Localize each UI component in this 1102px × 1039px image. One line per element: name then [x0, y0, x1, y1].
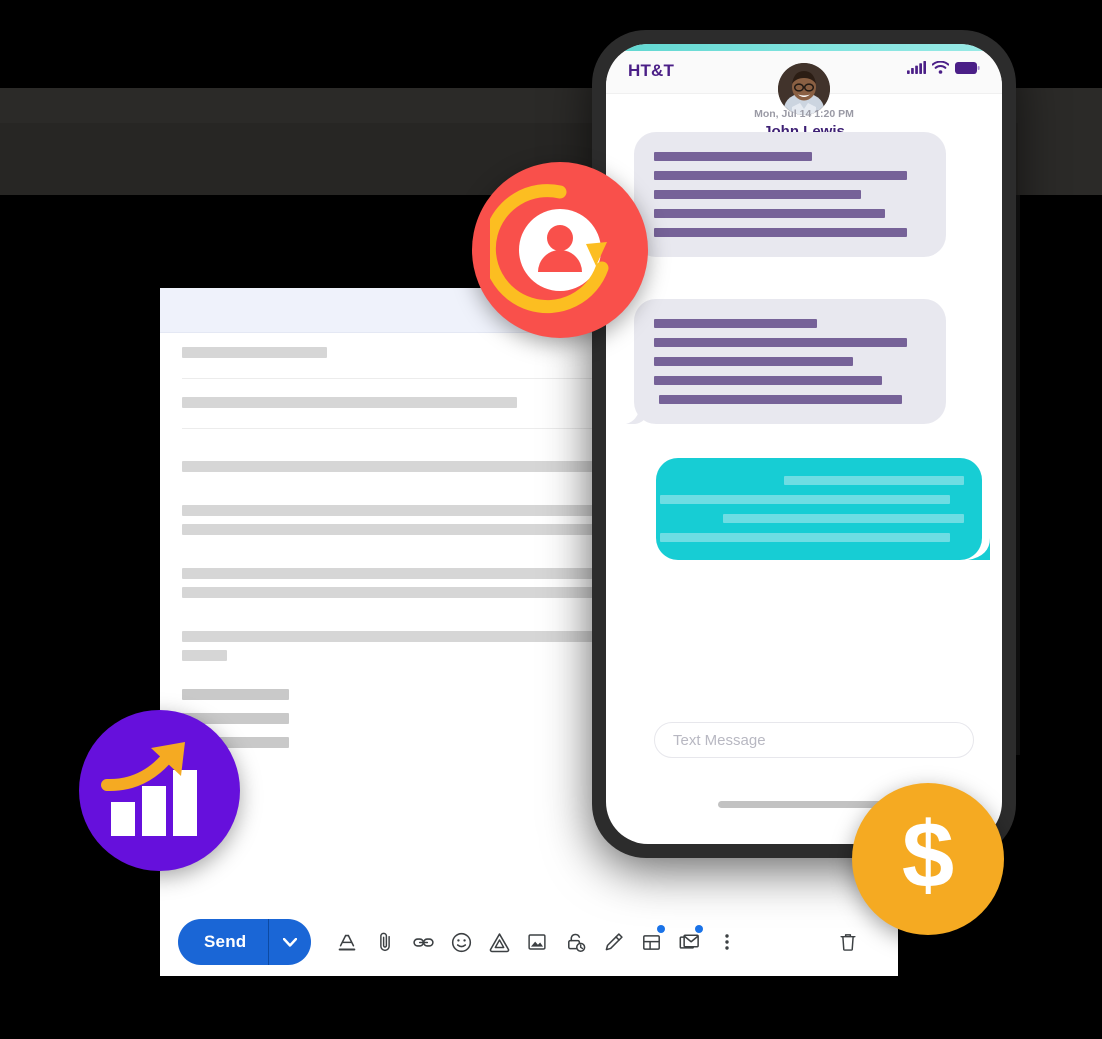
message-text-line — [654, 171, 907, 180]
message-bubble-incoming[interactable] — [634, 132, 946, 257]
delete-draft-icon[interactable] — [830, 922, 866, 962]
growth-chart-badge — [79, 710, 240, 871]
chevron-down-icon — [283, 937, 298, 947]
svg-text:$: $ — [902, 804, 954, 907]
revenue-badge: $ — [852, 783, 1004, 935]
format-text-icon[interactable] — [329, 922, 365, 962]
phone-screen: HT&T Mon, Jul 14 1:20 PM Text Message — [606, 44, 1002, 844]
message-text-line — [654, 357, 853, 366]
message-bubble-incoming[interactable] — [634, 299, 946, 424]
compose-toolbar-bar: Send — [160, 908, 898, 976]
attach-file-icon[interactable] — [367, 922, 403, 962]
message-text-line — [659, 533, 950, 542]
skeleton-line — [182, 397, 517, 408]
send-button-group[interactable]: Send — [178, 919, 312, 965]
insert-signature-icon[interactable] — [595, 922, 631, 962]
send-options-dropdown[interactable] — [269, 919, 311, 965]
person-refresh-icon — [490, 184, 609, 314]
confidential-mode-icon[interactable] — [557, 922, 593, 962]
more-options-icon[interactable] — [709, 922, 745, 962]
bar-chart-arrow-up-icon — [100, 741, 197, 836]
message-bubble-outgoing[interactable] — [656, 458, 982, 560]
mail-merge-icon[interactable] — [671, 922, 707, 962]
insert-photo-icon[interactable] — [519, 922, 555, 962]
layout-new-badge — [657, 925, 666, 933]
send-button[interactable]: Send — [178, 919, 268, 965]
insert-link-icon[interactable] — [405, 922, 441, 962]
message-text-line — [659, 495, 950, 504]
phone-top-bar: HT&T — [606, 51, 1002, 140]
message-text-line — [654, 319, 818, 328]
text-message-input[interactable]: Text Message — [654, 722, 974, 758]
message-text-line — [654, 338, 907, 347]
phone-accent-strip — [606, 44, 1002, 51]
message-text-line — [784, 476, 964, 485]
message-text-line — [654, 209, 886, 218]
phone-mockup: HT&T Mon, Jul 14 1:20 PM Text Message — [592, 30, 1016, 858]
message-text-line — [659, 395, 902, 404]
skeleton-line — [182, 650, 227, 661]
message-text-line — [654, 190, 861, 199]
text-message-placeholder: Text Message — [673, 731, 766, 749]
message-text-line — [654, 376, 883, 385]
chat-area: Mon, Jul 14 1:20 PM — [606, 94, 1002, 654]
skeleton-line — [182, 347, 327, 358]
compose-formatting-toolbar — [329, 922, 745, 962]
mail-merge-new-badge — [695, 925, 704, 933]
message-text-line — [723, 514, 964, 523]
insert-drive-icon[interactable] — [481, 922, 517, 962]
insert-emoji-icon[interactable] — [443, 922, 479, 962]
message-text-line — [654, 228, 907, 237]
signature-line — [182, 689, 289, 700]
message-text-line — [654, 152, 812, 161]
dollar-sign-icon: $ — [902, 804, 954, 907]
customer-retention-badge — [472, 162, 648, 338]
home-indicator-bar — [718, 801, 890, 808]
layout-icon[interactable] — [633, 922, 669, 962]
chat-timestamp: Mon, Jul 14 1:20 PM — [754, 108, 854, 120]
